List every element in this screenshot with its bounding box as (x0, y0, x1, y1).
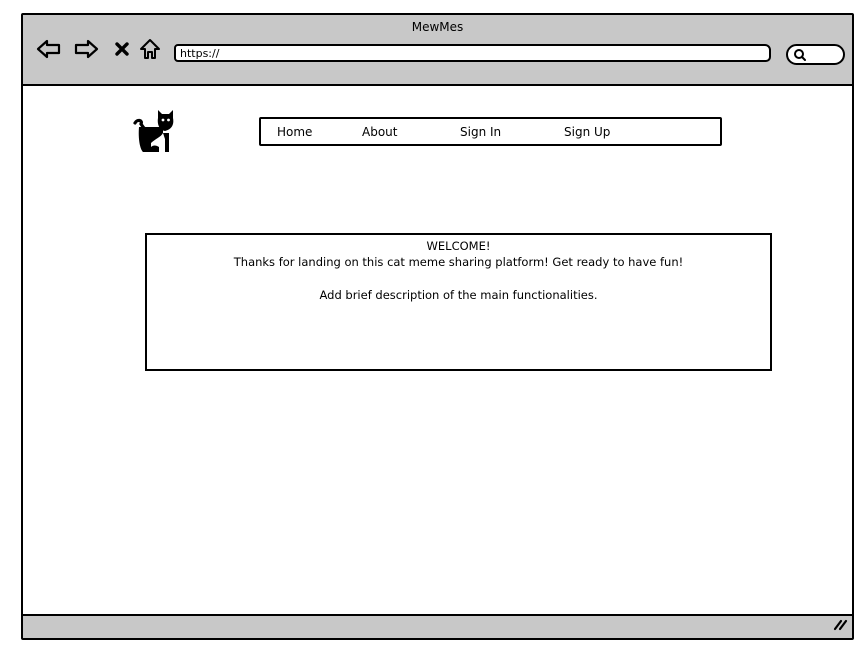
cat-icon (133, 110, 174, 152)
main-nav: Home About Sign In Sign Up (259, 117, 722, 146)
resize-grip[interactable] (832, 616, 848, 635)
address-bar[interactable] (174, 44, 771, 62)
welcome-heading: WELCOME! (426, 239, 491, 253)
search-button[interactable] (786, 44, 845, 65)
browser-chrome: MewMes (23, 15, 852, 86)
forward-arrow-icon (74, 39, 99, 59)
close-icon (115, 42, 129, 56)
status-bar (23, 614, 852, 638)
stop-button[interactable] (108, 36, 136, 62)
forward-button[interactable] (72, 36, 100, 62)
nav-item-sign-in[interactable]: Sign In (460, 125, 501, 139)
home-button[interactable] (136, 36, 164, 62)
back-arrow-icon (36, 39, 61, 59)
home-icon (140, 39, 160, 59)
nav-item-about[interactable]: About (362, 125, 397, 139)
nav-item-home[interactable]: Home (277, 125, 312, 139)
site-logo[interactable] (133, 109, 177, 159)
search-icon (794, 49, 806, 61)
welcome-tagline: Thanks for landing on this cat meme shar… (233, 255, 684, 269)
welcome-panel: WELCOME! Thanks for landing on this cat … (145, 233, 772, 371)
nav-item-sign-up[interactable]: Sign Up (564, 125, 610, 139)
window-title: MewMes (411, 20, 464, 34)
back-button[interactable] (35, 36, 63, 62)
browser-window: MewMes https:// Home About Sign In Sign … (21, 13, 854, 640)
welcome-description: Add brief description of the main functi… (319, 288, 598, 302)
resize-grip-icon (833, 619, 848, 631)
